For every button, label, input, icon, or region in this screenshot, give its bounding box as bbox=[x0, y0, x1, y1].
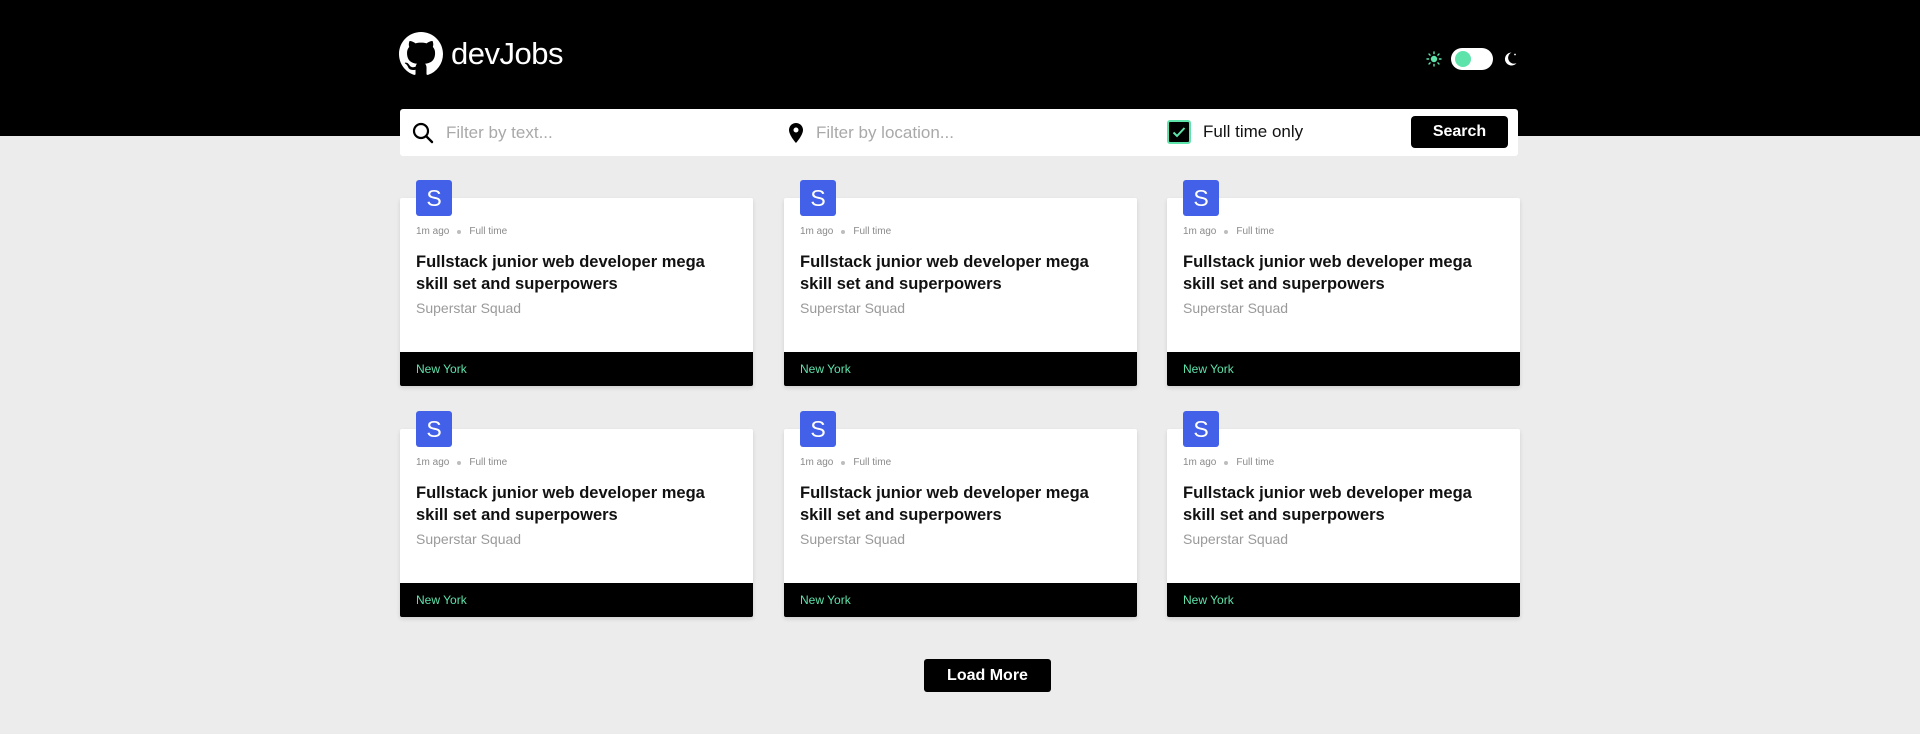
card-footer: New York bbox=[784, 352, 1137, 386]
company-logo-badge: S bbox=[800, 180, 836, 216]
theme-toggle[interactable] bbox=[1451, 48, 1493, 70]
job-card[interactable]: S 1m ago Full time Fullstack junior web dev… bbox=[784, 411, 1137, 617]
posted-time: 1m ago bbox=[416, 226, 450, 237]
fulltime-label: Full time only bbox=[1203, 122, 1304, 141]
search-button[interactable]: Search bbox=[1411, 116, 1508, 148]
search-bar: Full time only Search bbox=[400, 109, 1518, 156]
company-name: Superstar Squad bbox=[800, 300, 906, 316]
moon-icon bbox=[1504, 52, 1517, 66]
job-type: Full time bbox=[1236, 457, 1275, 468]
job-meta: 1m ago Full time bbox=[800, 457, 891, 468]
sun-icon bbox=[1426, 51, 1442, 67]
job-title[interactable]: Fullstack junior web developer mega skil… bbox=[1183, 482, 1503, 526]
card-footer: New York bbox=[784, 583, 1137, 617]
company-name: Superstar Squad bbox=[1183, 531, 1289, 547]
job-meta: 1m ago Full time bbox=[800, 226, 891, 237]
job-title[interactable]: Fullstack junior web developer mega skil… bbox=[800, 482, 1120, 526]
location-pin-icon bbox=[789, 123, 803, 143]
posted-time: 1m ago bbox=[1183, 457, 1217, 468]
text-filter-input[interactable] bbox=[446, 119, 766, 147]
job-location: New York bbox=[1183, 362, 1234, 376]
job-location: New York bbox=[416, 593, 467, 607]
job-meta: 1m ago Full time bbox=[416, 457, 507, 468]
meta-dot bbox=[841, 229, 846, 234]
checkmark-icon bbox=[1172, 127, 1186, 138]
job-type: Full time bbox=[469, 226, 508, 237]
job-meta: 1m ago Full time bbox=[416, 226, 507, 237]
job-title[interactable]: Fullstack junior web developer mega skil… bbox=[1183, 251, 1503, 295]
job-meta: 1m ago Full time bbox=[1183, 457, 1274, 468]
company-name: Superstar Squad bbox=[416, 300, 522, 316]
company-name: Superstar Squad bbox=[800, 531, 906, 547]
meta-dot bbox=[1224, 229, 1229, 234]
job-card[interactable]: S 1m ago Full time Fullstack junior web dev… bbox=[400, 411, 753, 617]
logo[interactable]: devJobs bbox=[399, 32, 563, 75]
card-footer: New York bbox=[1167, 583, 1520, 617]
job-location: New York bbox=[416, 362, 467, 376]
location-filter-input[interactable] bbox=[816, 119, 1136, 147]
job-type: Full time bbox=[1236, 226, 1275, 237]
job-type: Full time bbox=[853, 226, 892, 237]
job-title[interactable]: Fullstack junior web developer mega skil… bbox=[416, 251, 736, 295]
meta-dot bbox=[457, 229, 462, 234]
job-card[interactable]: S 1m ago Full time Fullstack junior web dev… bbox=[1167, 180, 1520, 386]
card-footer: New York bbox=[1167, 352, 1520, 386]
job-location: New York bbox=[1183, 593, 1234, 607]
job-type: Full time bbox=[469, 457, 508, 468]
card-footer: New York bbox=[400, 583, 753, 617]
posted-time: 1m ago bbox=[416, 457, 450, 468]
search-icon bbox=[412, 122, 434, 144]
company-logo-badge: S bbox=[416, 180, 452, 216]
company-logo-badge: S bbox=[416, 411, 452, 447]
job-location: New York bbox=[800, 593, 851, 607]
posted-time: 1m ago bbox=[800, 226, 834, 237]
job-card[interactable]: S 1m ago Full time Fullstack junior web dev… bbox=[784, 180, 1137, 386]
job-meta: 1m ago Full time bbox=[1183, 226, 1274, 237]
meta-dot bbox=[457, 460, 462, 465]
fulltime-checkbox[interactable] bbox=[1167, 120, 1191, 144]
logo-text: devJobs bbox=[451, 36, 563, 71]
meta-dot bbox=[841, 460, 846, 465]
company-name: Superstar Squad bbox=[1183, 300, 1289, 316]
posted-time: 1m ago bbox=[800, 457, 834, 468]
job-card[interactable]: S 1m ago Full time Fullstack junior web dev… bbox=[400, 180, 753, 386]
job-card[interactable]: S 1m ago Full time Fullstack junior web dev… bbox=[1167, 411, 1520, 617]
job-type: Full time bbox=[853, 457, 892, 468]
toggle-knob bbox=[1455, 51, 1471, 67]
card-footer: New York bbox=[400, 352, 753, 386]
job-location: New York bbox=[800, 362, 851, 376]
github-icon bbox=[399, 32, 443, 75]
load-more-button[interactable]: Load More bbox=[924, 659, 1051, 692]
posted-time: 1m ago bbox=[1183, 226, 1217, 237]
job-title[interactable]: Fullstack junior web developer mega skil… bbox=[800, 251, 1120, 295]
company-logo-badge: S bbox=[800, 411, 836, 447]
company-logo-badge: S bbox=[1183, 180, 1219, 216]
company-logo-badge: S bbox=[1183, 411, 1219, 447]
meta-dot bbox=[1224, 460, 1229, 465]
job-title[interactable]: Fullstack junior web developer mega skil… bbox=[416, 482, 736, 526]
company-name: Superstar Squad bbox=[416, 531, 522, 547]
theme-switcher bbox=[1426, 48, 1518, 70]
